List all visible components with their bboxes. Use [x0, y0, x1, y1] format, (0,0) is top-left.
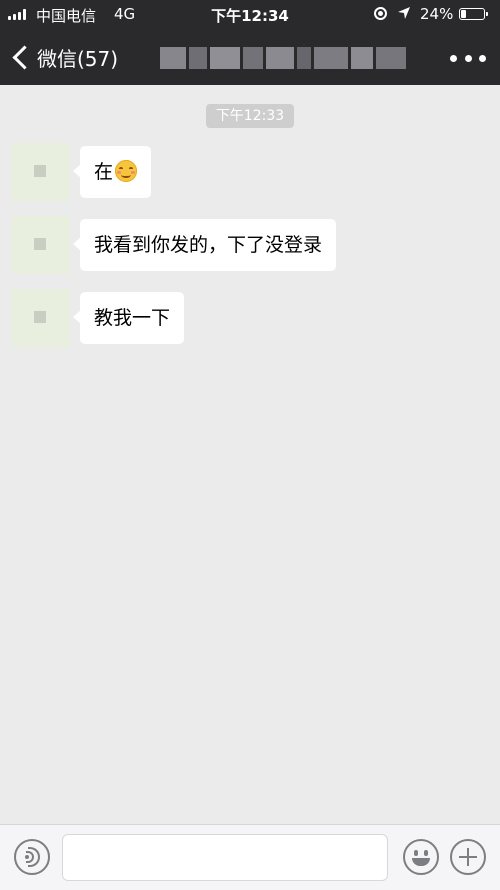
- back-button[interactable]: 微信(57): [10, 40, 118, 74]
- battery-icon: [459, 8, 488, 20]
- message-text: 在: [94, 161, 114, 183]
- message-bubble[interactable]: 教我一下: [72, 292, 185, 344]
- chat-title-pixelated: [160, 40, 410, 76]
- back-label: 微信(57): [37, 46, 119, 71]
- more-button[interactable]: [450, 48, 486, 68]
- avatar[interactable]: [12, 216, 70, 274]
- smiling-face-icon: [115, 160, 138, 182]
- input-bar: [0, 824, 500, 890]
- message-timestamp: 下午12:33: [206, 104, 294, 128]
- chevron-left-icon: [12, 44, 37, 70]
- battery-fill: [461, 10, 466, 18]
- message-bubble[interactable]: 我看到你发的，下了没登录: [72, 219, 337, 271]
- top-bar: 中国电信 4G 下午12:34 24% 微信(57): [0, 0, 500, 85]
- emoji-icon: [414, 850, 418, 856]
- status-bar: 中国电信 4G 下午12:34 24%: [0, 0, 500, 28]
- message-input[interactable]: [62, 834, 388, 881]
- voice-button[interactable]: [14, 839, 50, 875]
- rotation-lock-icon: [374, 7, 387, 20]
- message-bubble[interactable]: 在: [72, 146, 152, 198]
- battery-percent: 24%: [420, 5, 454, 23]
- nav-bar: 微信(57): [0, 28, 500, 85]
- plus-button[interactable]: [450, 839, 486, 875]
- emoji-button[interactable]: [403, 839, 439, 875]
- avatar[interactable]: [12, 289, 70, 347]
- message-text: 我看到你发的，下了没登录: [94, 234, 323, 256]
- avatar[interactable]: [12, 143, 70, 201]
- more-dots-icon: [450, 54, 457, 62]
- location-icon: [397, 6, 411, 24]
- message-text: 教我一下: [94, 307, 171, 329]
